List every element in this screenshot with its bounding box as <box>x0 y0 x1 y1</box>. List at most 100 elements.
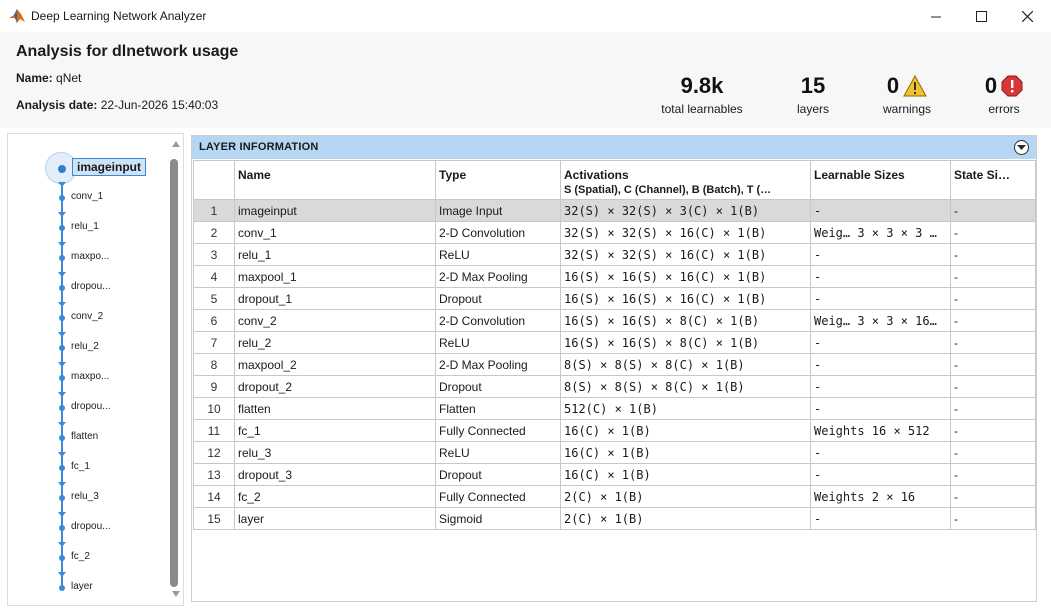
graph-node[interactable]: layer <box>8 572 168 598</box>
warnings-label: warnings <box>882 102 932 116</box>
date-label: Analysis date: <box>16 98 98 112</box>
row-index: 8 <box>193 353 235 376</box>
graph-node[interactable]: relu_2 <box>8 332 168 358</box>
stat-warnings[interactable]: 0 warnings <box>875 72 939 116</box>
close-button[interactable] <box>1004 0 1050 32</box>
layer-state: - <box>950 441 1036 464</box>
layer-learnables: - <box>810 331 951 354</box>
maximize-button[interactable] <box>958 0 1004 32</box>
column-header-activations[interactable]: Activations S (Spatial), C (Channel), B … <box>560 160 811 200</box>
layer-learnables: - <box>810 243 951 266</box>
layer-type: Image Input <box>435 199 561 222</box>
layer-learnables: - <box>810 463 951 486</box>
table-row[interactable]: 3 relu_1 ReLU 32(S) × 32(S) × 16(C) × 1(… <box>193 243 1036 266</box>
column-header-type[interactable]: Type <box>435 160 561 200</box>
arrow-down-icon <box>58 542 66 547</box>
layer-activations: 16(C) × 1(B) <box>560 463 811 486</box>
layer-type: Flatten <box>435 397 561 420</box>
layer-state: - <box>950 375 1036 398</box>
layer-learnables: Weights 16 × 512 <box>810 419 951 442</box>
errors-label: errors <box>988 102 1020 116</box>
stat-errors[interactable]: 0 errors <box>975 72 1033 116</box>
table-row[interactable]: 12 relu_3 ReLU 16(C) × 1(B) - - <box>193 441 1036 464</box>
layer-state: - <box>950 199 1036 222</box>
layer-type: Fully Connected <box>435 485 561 508</box>
column-header-name[interactable]: Name <box>234 160 436 200</box>
scroll-down-arrow-icon[interactable] <box>172 591 180 597</box>
table-row[interactable]: 14 fc_2 Fully Connected 2(C) × 1(B) Weig… <box>193 485 1036 508</box>
graph-node[interactable]: relu_1 <box>8 212 168 238</box>
graph-node[interactable]: conv_2 <box>8 302 168 328</box>
layer-information-header: LAYER INFORMATION <box>192 136 1036 159</box>
column-header-state-sizes[interactable]: State Si… <box>950 160 1036 200</box>
graph-node[interactable]: conv_1 <box>8 182 168 208</box>
layer-type: 2-D Convolution <box>435 309 561 332</box>
column-header-index[interactable] <box>193 160 235 200</box>
graph-node-dot <box>59 495 65 501</box>
row-index: 5 <box>193 287 235 310</box>
arrow-down-icon <box>58 422 66 427</box>
collapse-button[interactable] <box>1014 140 1029 155</box>
layer-learnables: - <box>810 265 951 288</box>
graph-node-label: conv_1 <box>71 191 104 202</box>
layer-type: ReLU <box>435 243 561 266</box>
table-row[interactable]: 2 conv_1 2-D Convolution 32(S) × 32(S) ×… <box>193 221 1036 244</box>
table-row[interactable]: 15 layer Sigmoid 2(C) × 1(B) - - <box>193 507 1036 530</box>
graph-node[interactable]: maxpo... <box>8 242 168 268</box>
layer-state: - <box>950 485 1036 508</box>
table-row[interactable]: 10 flatten Flatten 512(C) × 1(B) - - <box>193 397 1036 420</box>
table-row[interactable]: 1 imageinput Image Input 32(S) × 32(S) ×… <box>193 199 1036 222</box>
graph-node[interactable]: dropou... <box>8 512 168 538</box>
row-index: 12 <box>193 441 235 464</box>
table-row[interactable]: 13 dropout_3 Dropout 16(C) × 1(B) - - <box>193 463 1036 486</box>
graph-node-label: dropou... <box>71 281 111 292</box>
graph-node[interactable]: fc_2 <box>8 542 168 568</box>
graph-node-label: maxpo... <box>71 371 110 382</box>
graph-node[interactable]: flatten <box>8 422 168 448</box>
graph-node-label: maxpo... <box>71 251 110 262</box>
graph-node-dot <box>59 375 65 381</box>
arrow-down-icon <box>58 482 66 487</box>
layer-type: 2-D Convolution <box>435 221 561 244</box>
table-row[interactable]: 6 conv_2 2-D Convolution 16(S) × 16(S) ×… <box>193 309 1036 332</box>
row-index: 11 <box>193 419 235 442</box>
table-row[interactable]: 5 dropout_1 Dropout 16(S) × 16(S) × 16(C… <box>193 287 1036 310</box>
graph-node[interactable]: dropou... <box>8 392 168 418</box>
graph-node[interactable]: maxpo... <box>8 362 168 388</box>
layer-activations: 16(C) × 1(B) <box>560 419 811 442</box>
table-row[interactable]: 11 fc_1 Fully Connected 16(C) × 1(B) Wei… <box>193 419 1036 442</box>
graph-node-label: imageinput <box>72 158 147 176</box>
table-row[interactable]: 4 maxpool_1 2-D Max Pooling 16(S) × 16(S… <box>193 265 1036 288</box>
graph-node[interactable]: relu_3 <box>8 482 168 508</box>
graph-node-label: conv_2 <box>71 311 104 322</box>
window-title: Deep Learning Network Analyzer <box>31 9 207 23</box>
graph-node-label: fc_2 <box>71 551 90 562</box>
graph-node[interactable]: fc_1 <box>8 452 168 478</box>
column-header-learnable-sizes[interactable]: Learnable Sizes <box>810 160 951 200</box>
scroll-up-arrow-icon[interactable] <box>172 141 180 147</box>
row-index: 9 <box>193 375 235 398</box>
layer-activations: 2(C) × 1(B) <box>560 485 811 508</box>
layer-name: relu_3 <box>234 441 436 464</box>
graph-node-dot <box>59 195 65 201</box>
minimize-button[interactable] <box>913 0 959 32</box>
layer-activations: 8(S) × 8(S) × 8(C) × 1(B) <box>560 353 811 376</box>
arrow-down-icon <box>58 242 66 247</box>
layer-name: relu_2 <box>234 331 436 354</box>
arrow-down-icon <box>58 362 66 367</box>
table-row[interactable]: 9 dropout_2 Dropout 8(S) × 8(S) × 8(C) ×… <box>193 375 1036 398</box>
graph-node[interactable]: dropou... <box>8 272 168 298</box>
layer-type: ReLU <box>435 331 561 354</box>
minimize-icon <box>930 16 941 17</box>
layer-name: layer <box>234 507 436 530</box>
layer-activations: 32(S) × 32(S) × 16(C) × 1(B) <box>560 221 811 244</box>
layer-state: - <box>950 353 1036 376</box>
graph-node-imageinput[interactable]: imageinput <box>8 152 168 184</box>
table-row[interactable]: 8 maxpool_2 2-D Max Pooling 8(S) × 8(S) … <box>193 353 1036 376</box>
table-row[interactable]: 7 relu_2 ReLU 16(S) × 16(S) × 8(C) × 1(B… <box>193 331 1036 354</box>
layer-graph-panel[interactable]: imageinput conv_1 relu_1 maxpo... dropou… <box>7 133 184 606</box>
layer-learnables: - <box>810 287 951 310</box>
layer-type: Fully Connected <box>435 419 561 442</box>
scroll-thumb[interactable] <box>170 159 178 587</box>
graph-scrollbar[interactable] <box>168 137 184 603</box>
